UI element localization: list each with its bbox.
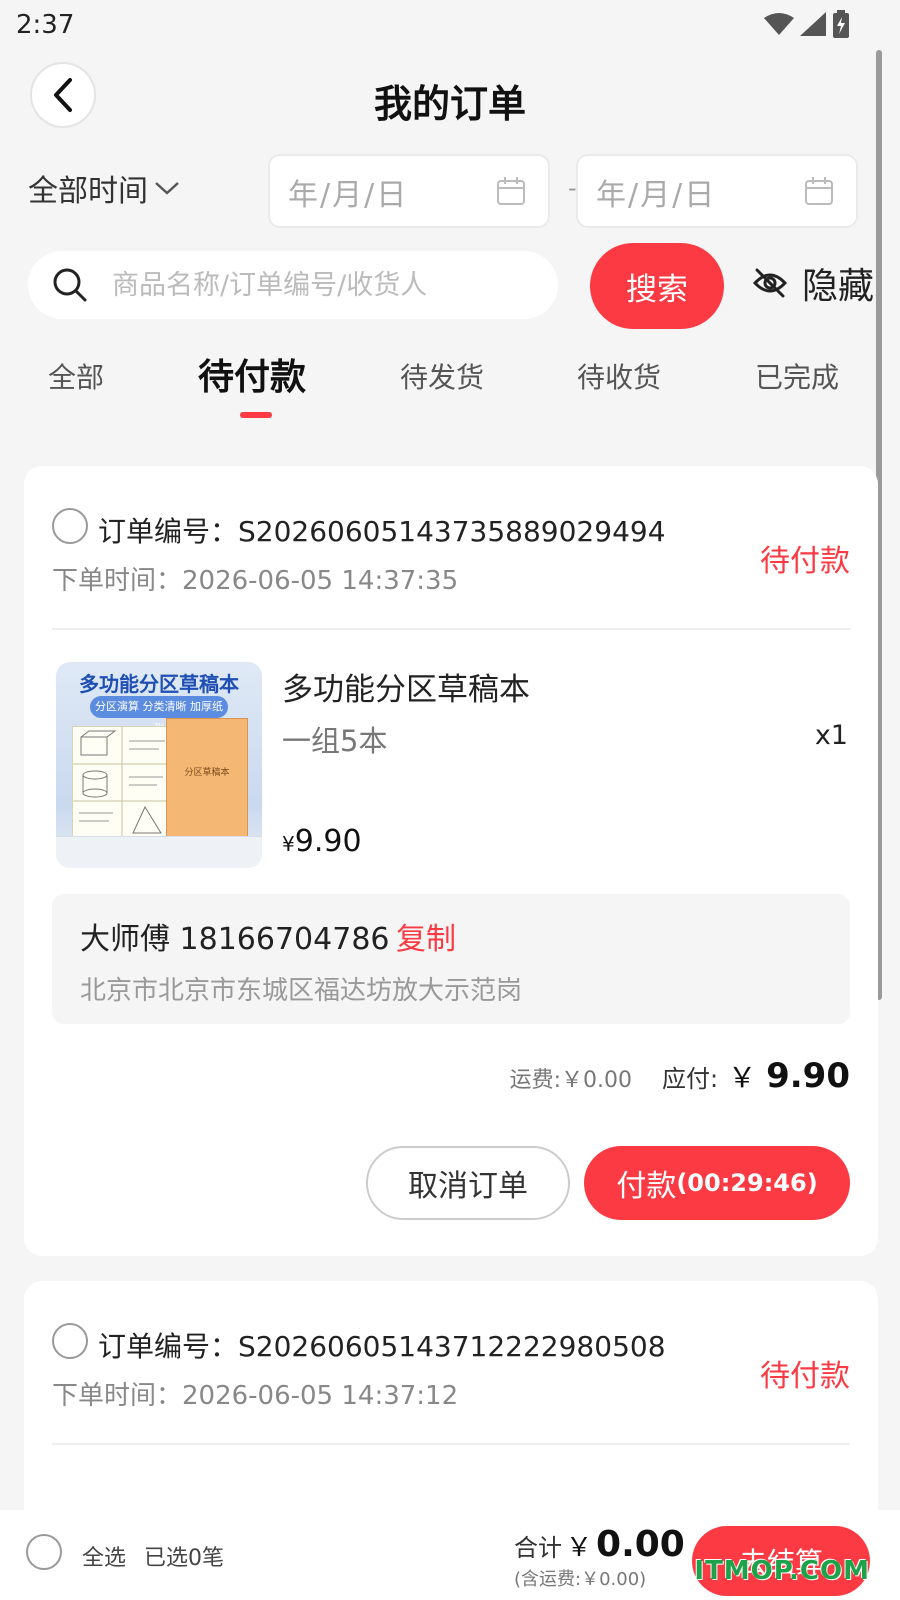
product-image-book: 分区草稿本 [166,718,248,842]
end-date-placeholder: 年/月/日 [596,178,717,213]
address-box: 大师傅 18166704786 复制 北京市北京市东城区福达坊放大示范岗 [52,894,850,1024]
payable-label: 应付: [662,1065,719,1093]
search-input[interactable] [112,261,532,309]
tab-pending-receipt[interactable]: 待收货 [577,356,661,396]
active-tab-indicator [240,412,272,418]
select-all-label[interactable]: 全选 [82,1540,126,1572]
eye-off-icon [752,268,788,298]
total-note: (含运费:￥0.00) [514,1569,647,1590]
shipping-fee: 运费:￥0.00 [509,1068,632,1093]
bottom-checkout-bar: 全选 已选0笔 合计 ￥ 0.00 (含运费:￥0.00) 去结算 [0,1510,900,1600]
receiver-info: 大师傅 18166704786 [80,922,390,957]
page-title: 我的订单 [373,82,526,126]
total-amount: 0.00 [596,1524,685,1565]
order-time: 下单时间：2026-06-05 14:37:35 [52,566,459,596]
order-totals: 运费:￥0.00 应付: ￥ 9.90 [510,1056,850,1096]
order-time: 下单时间：2026-06-05 14:37:12 [52,1381,459,1411]
order-select-radio[interactable] [52,1323,88,1359]
calendar-icon [805,177,833,205]
pay-button[interactable]: 付款 (00:29:46) [584,1146,850,1220]
status-time: 2:37 [16,10,75,40]
tab-all[interactable]: 全部 [48,356,104,396]
cancel-order-button[interactable]: 取消订单 [366,1146,570,1220]
product-image-book-label: 分区草稿本 [184,768,230,778]
order-number: 订单编号：S2026060514373588902949​4 [98,515,666,548]
select-all-radio[interactable] [26,1534,62,1570]
total-label: 合计 [514,1534,562,1562]
product-image[interactable]: 多功能分区草稿本 分区演算 分类清晰 加厚纸张 分区草稿本 [56,662,262,868]
start-date-placeholder: 年/月/日 [288,178,409,213]
watermark: ITMOP.COM [694,1556,870,1586]
payable-amount: 9.90 [766,1056,850,1096]
product-image-sheet [72,726,171,839]
total-summary: 合计 ￥ 0.00 (含运费:￥0.00) [514,1524,685,1591]
hide-button[interactable]: 隐藏 [752,257,874,309]
order-tabs: 全部 待付款 待发货 待收货 已完成 [0,348,900,420]
total-line: 合计 ￥ 0.00 [514,1524,685,1565]
price-symbol: ¥ [282,832,295,856]
order-select-radio[interactable] [52,508,88,544]
tab-pending-shipment[interactable]: 待发货 [400,356,484,396]
tab-pending-payment[interactable]: 待付款 [198,348,306,400]
product-name[interactable]: 多功能分区草稿本 [282,664,530,709]
product-image-subtitle: 分区演算 分类清晰 加厚纸张 [90,696,228,735]
chevron-down-icon [155,182,179,195]
filter-row: 全部时间 年/月/日 - 年/月/日 [0,152,900,228]
search-button[interactable]: 搜索 [590,243,724,329]
tab-completed[interactable]: 已完成 [755,356,839,396]
price-value: 9.90 [294,824,362,859]
product-spec: 一组5本 [282,724,388,758]
search-row: 搜索 隐藏 [0,243,900,329]
product-image-title: 多功能分区草稿本 [79,672,239,696]
start-date-field[interactable]: 年/月/日 [268,154,550,228]
order-status: 待付款 [760,544,850,579]
selected-count: 已选0笔 [144,1546,224,1571]
divider [52,1443,850,1445]
search-icon [53,268,87,302]
end-date-field[interactable]: 年/月/日 [576,154,858,228]
calendar-icon [497,177,525,205]
header: 我的订单 [0,55,900,145]
copy-button[interactable]: 复制 [396,914,456,958]
product-price: ¥9.90 [282,824,362,859]
shipping-address: 北京市北京市东城区福达坊放大示范岗 [80,976,523,1006]
divider [52,628,850,630]
order-status: 待付款 [760,1359,850,1394]
signal-icon [800,12,826,36]
status-bar: 2:37 [0,0,900,50]
product-quantity: x1 [814,720,848,751]
order-card: 订单编号：S2026060514373588902949​4 下单时间：2026… [24,466,878,1256]
product-image-stand [56,836,262,868]
status-icons [764,10,850,38]
search-box [28,251,558,319]
hide-label: 隐藏 [802,266,875,307]
wifi-icon [764,13,794,35]
geometry-sketch-icon [73,727,171,839]
pay-label: 付款 [616,1169,677,1204]
payable-symbol: ￥ [728,1061,757,1094]
time-range-label: 全部时间 [28,174,148,209]
order-number: 订单编号：S2026060514371222298050​8 [98,1330,666,1363]
pay-countdown: (00:29:46) [676,1169,818,1197]
total-symbol: ￥ [566,1533,593,1563]
time-range-select[interactable]: 全部时间 [28,166,180,210]
battery-icon [833,10,849,38]
